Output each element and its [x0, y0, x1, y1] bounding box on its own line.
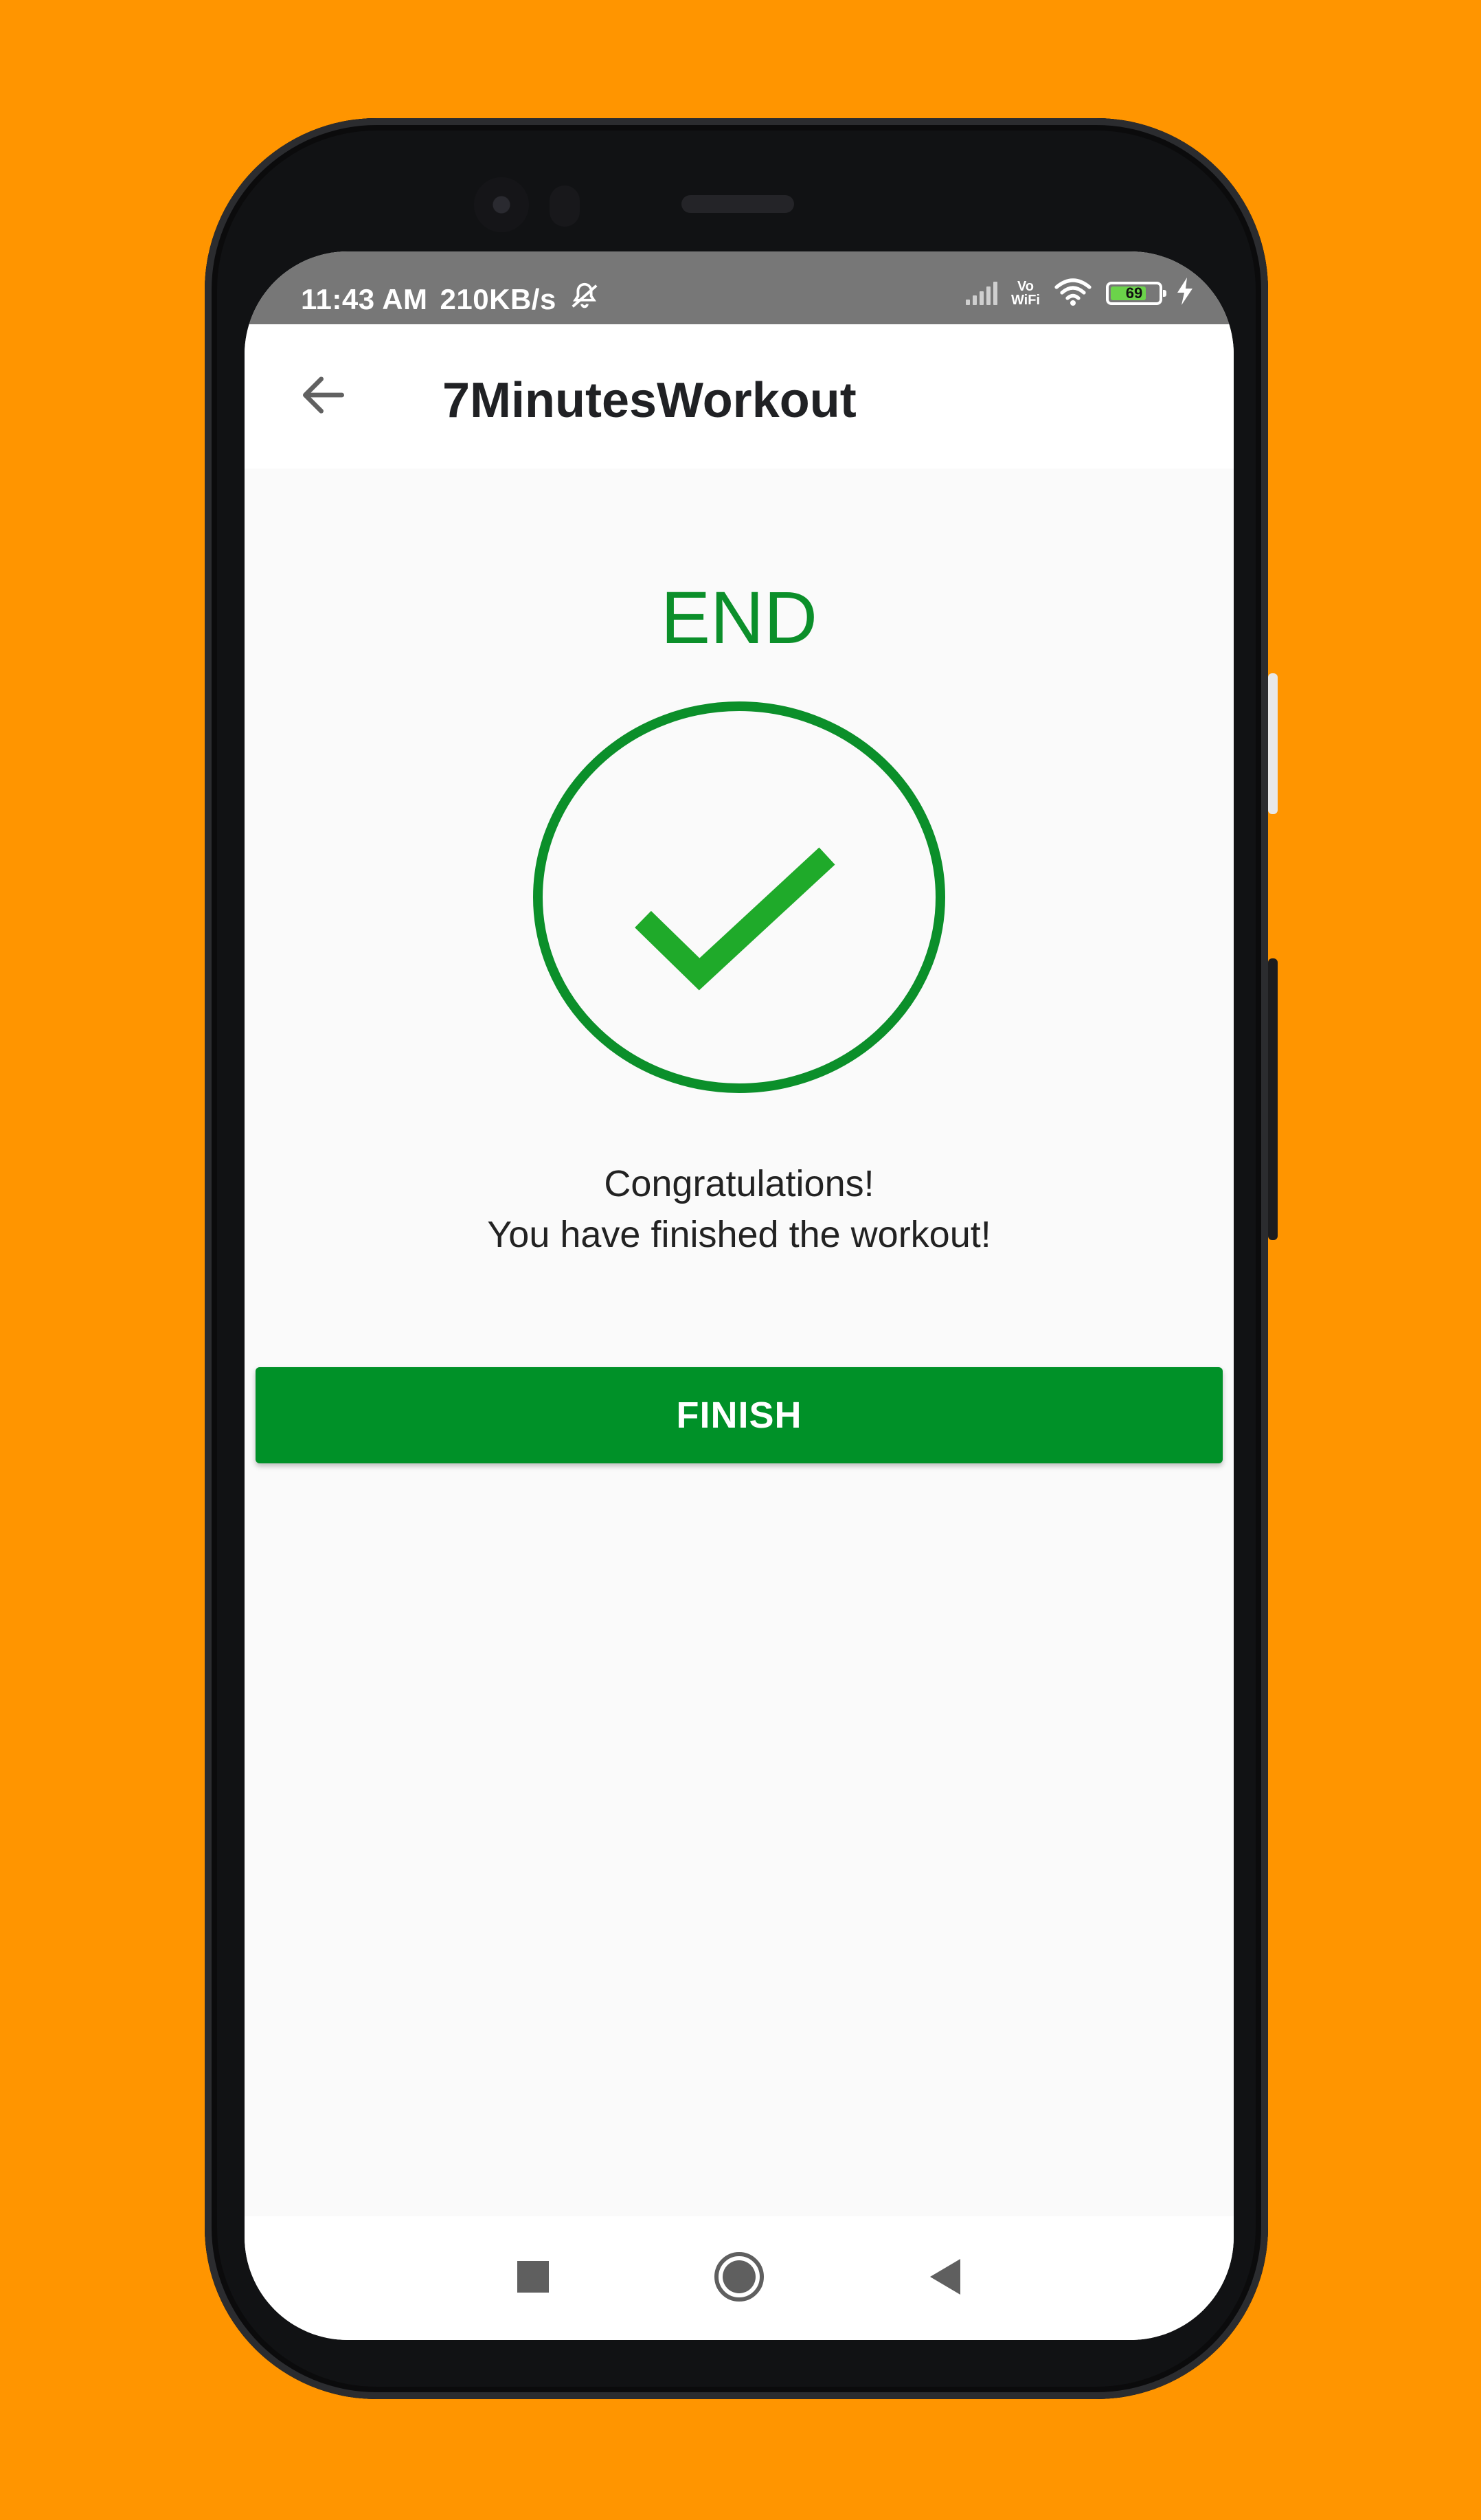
canvas: 11:43 AM 210KB/s Vo WiFi 69 7MinutesWork…: [0, 0, 1481, 2520]
charging-icon: [1176, 278, 1194, 308]
arrow-left-icon: [296, 368, 351, 426]
congratulations-message: Congratulations! You have finished the w…: [245, 1158, 1234, 1260]
square-icon: [516, 2260, 550, 2297]
wifi-icon: [1054, 276, 1092, 310]
home-button[interactable]: [705, 2244, 773, 2313]
battery-level: 69: [1125, 284, 1143, 302]
status-right: Vo WiFi 69: [965, 276, 1194, 310]
earpiece-speaker: [681, 195, 794, 213]
congrats-line-1: Congratulations!: [604, 1163, 874, 1204]
congrats-line-2: You have finished the workout!: [487, 1214, 991, 1255]
vowifi-bottom: WiFi: [1010, 292, 1040, 308]
finish-button[interactable]: FINISH: [256, 1367, 1223, 1463]
back-button[interactable]: [293, 365, 354, 427]
phone-screen: 11:43 AM 210KB/s Vo WiFi 69 7MinutesWork…: [245, 251, 1234, 2340]
volume-button: [1268, 673, 1278, 814]
system-back-button[interactable]: [911, 2244, 980, 2313]
status-left: 11:43 AM 210KB/s: [301, 280, 600, 319]
vowifi-label: Vo WiFi: [1011, 280, 1040, 307]
app-bar: 7MinutesWorkout: [245, 324, 1234, 469]
status-bar: 11:43 AM 210KB/s Vo WiFi 69: [245, 251, 1234, 324]
system-nav-bar: [245, 2216, 1234, 2340]
end-heading: END: [660, 576, 818, 659]
recent-apps-button[interactable]: [499, 2244, 567, 2313]
muted-bell-icon: [569, 280, 600, 319]
circle-icon: [713, 2251, 765, 2306]
signal-icon: [965, 281, 997, 305]
battery-icon: 69: [1106, 281, 1166, 305]
status-speed: 210KB/s: [440, 283, 556, 315]
status-time: 11:43 AM: [301, 283, 428, 315]
check-circle-icon: [531, 699, 947, 1095]
proximity-sensor: [550, 185, 580, 227]
front-camera: [474, 177, 529, 232]
app-title: 7MinutesWorkout: [442, 373, 857, 428]
vowifi-top: Vo: [1017, 278, 1035, 294]
triangle-back-icon: [927, 2258, 963, 2299]
power-button: [1268, 958, 1278, 1240]
